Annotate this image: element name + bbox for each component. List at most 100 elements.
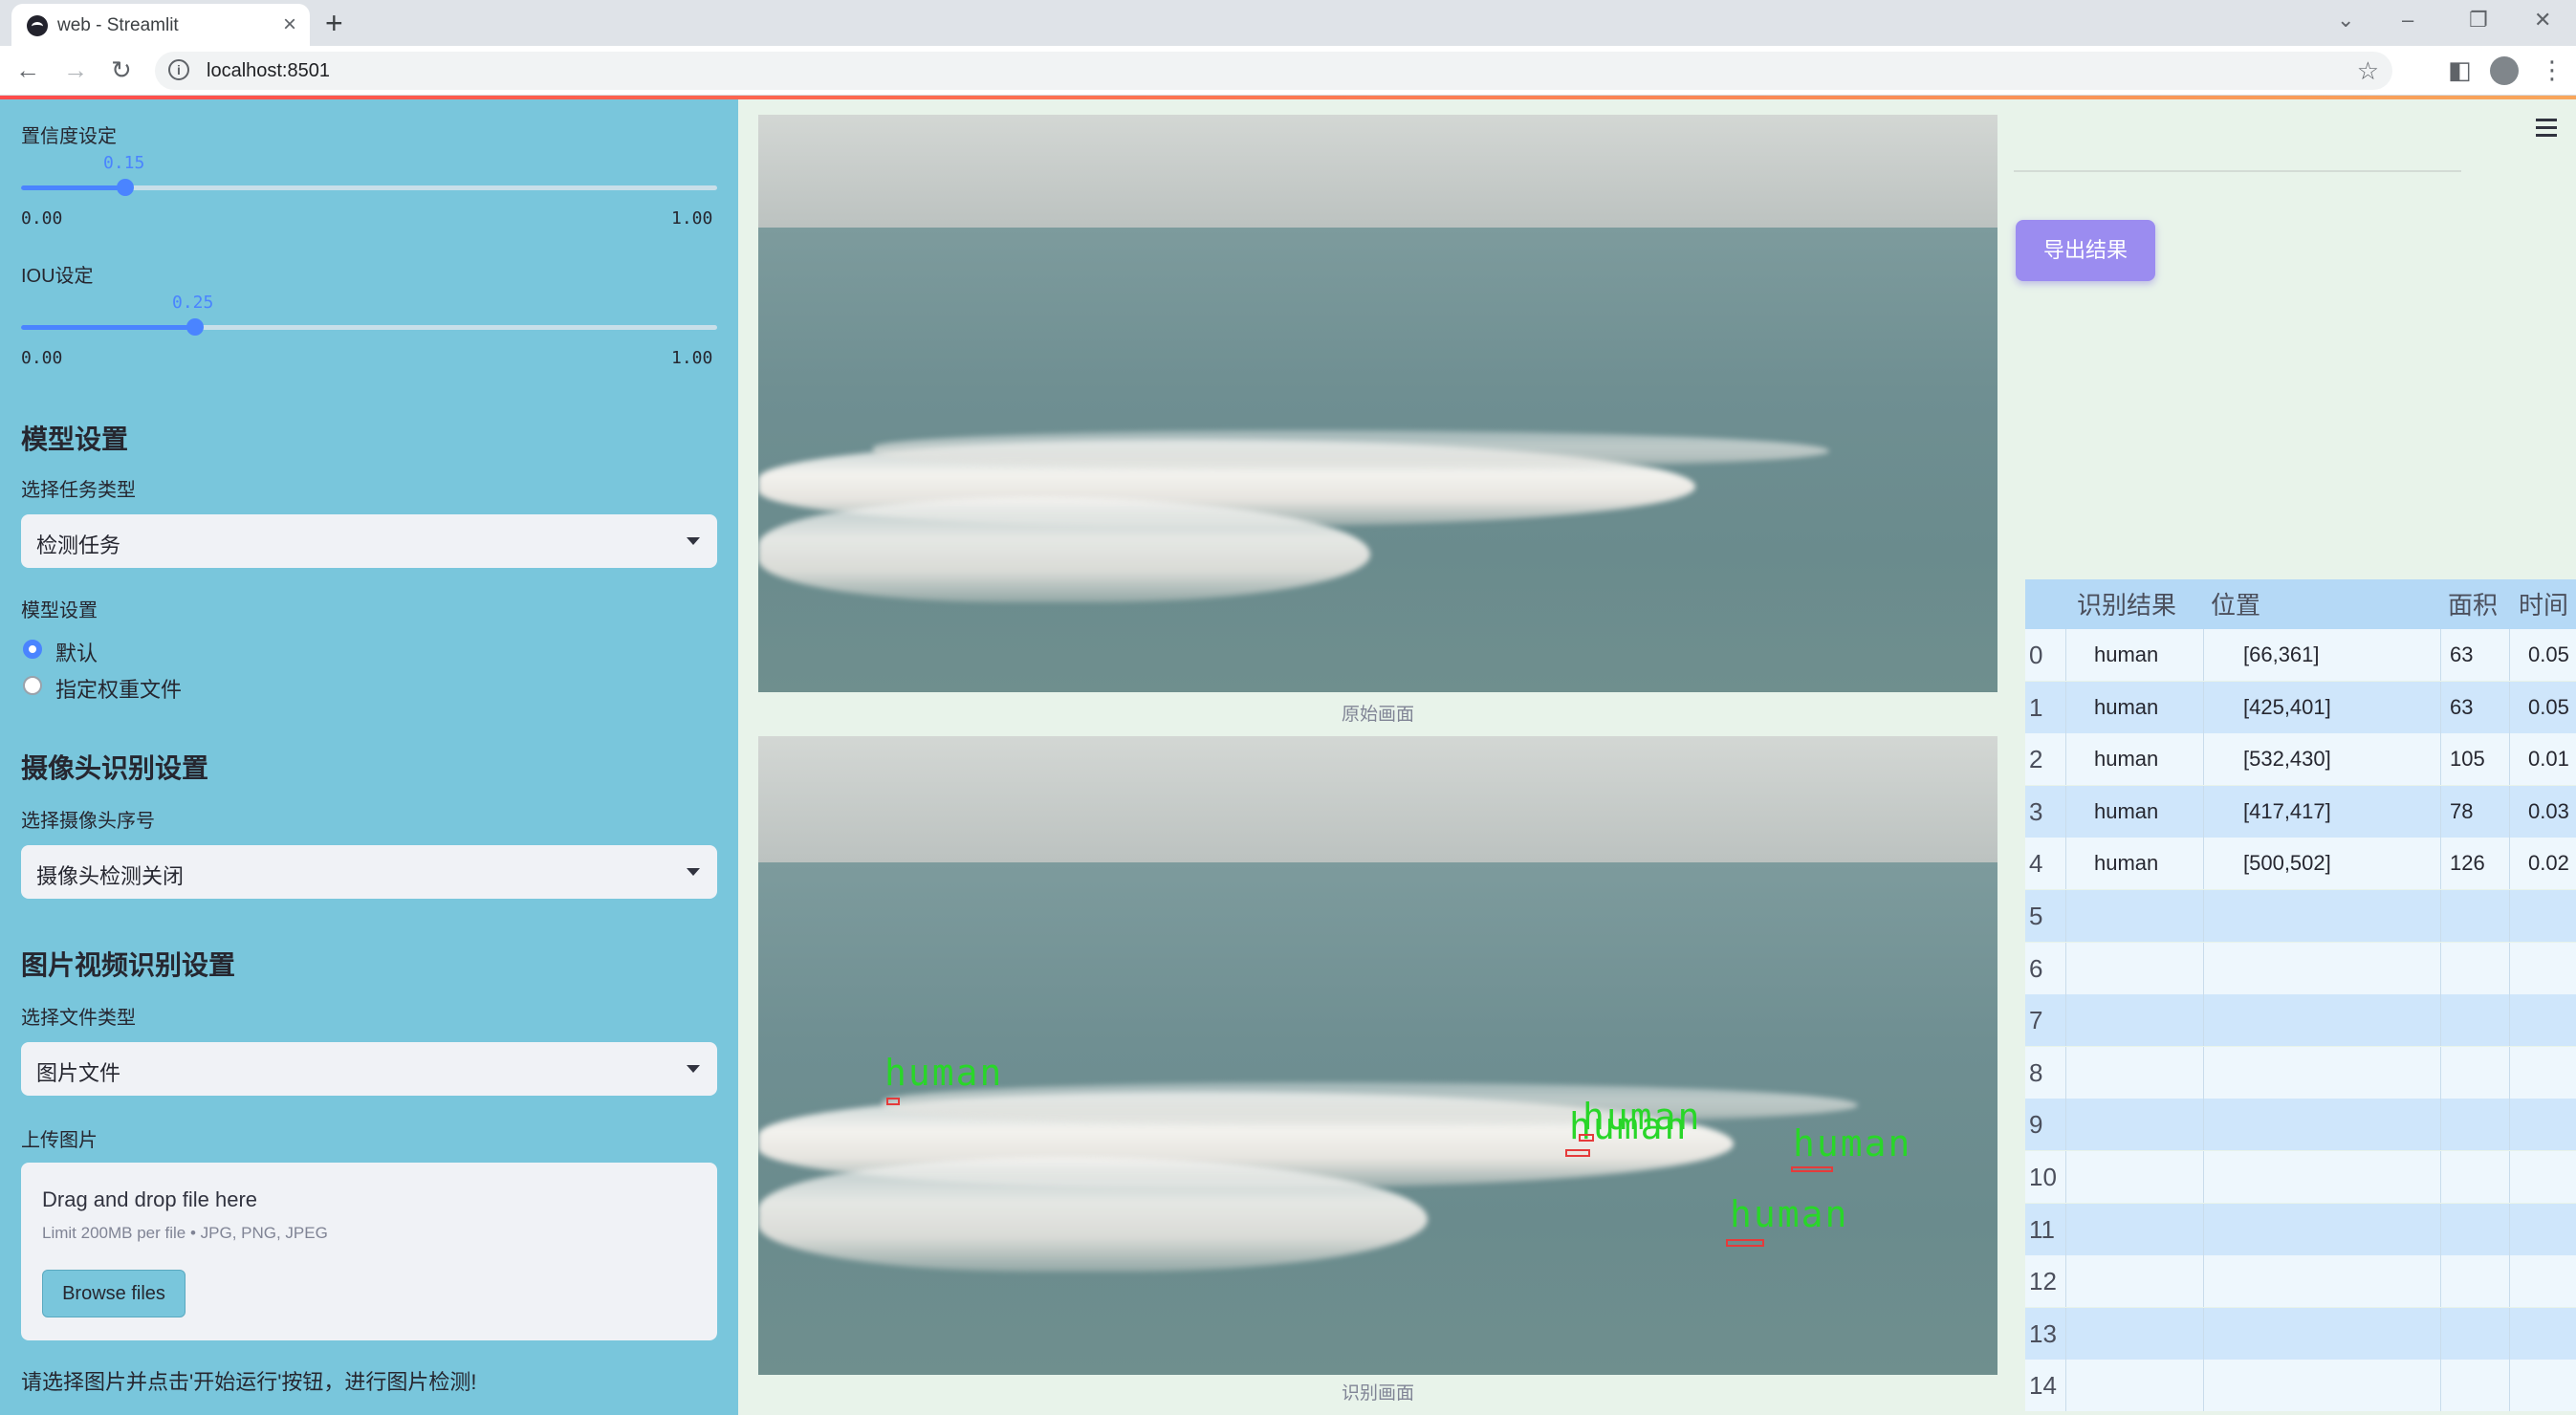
site-info-icon[interactable]: i [168,59,189,80]
camera-section-heading: 摄像头识别设置 [21,753,209,783]
main-menu-icon[interactable] [2536,119,2557,142]
column-divider [2065,1255,2066,1308]
column-divider [2509,1255,2510,1308]
browse-files-button[interactable]: Browse files [42,1270,186,1317]
forward-icon[interactable]: → [63,55,88,85]
new-tab-button[interactable]: + [325,6,343,41]
column-divider [2203,1360,2204,1412]
original-image-caption: 原始画面 [1341,705,1414,725]
sidebar: 置信度设定 0.15 0.00 1.00 IOU设定 0.25 0.00 1.0… [0,99,738,1415]
cell-result: human [2094,694,2159,719]
column-divider [2203,785,2204,838]
table-row[interactable]: 6 [2025,942,2576,994]
radio-custom-weights-circle[interactable] [23,676,42,695]
url-box[interactable]: i localhost:8501 ☆ [155,52,2392,90]
browser-tab[interactable]: web - Streamlit × [11,4,310,46]
column-divider [2509,1046,2510,1099]
row-index: 6 [2029,953,2043,983]
iou-slider[interactable] [21,318,717,336]
camera-index-select[interactable]: 摄像头检测关闭 [21,845,717,899]
upload-label: 上传图片 [21,1130,98,1151]
window-close-icon[interactable]: ✕ [2534,8,2551,33]
row-index: 11 [2029,1214,2055,1244]
cell-result: human [2094,851,2159,876]
dropzone-title: Drag and drop file here [42,1187,258,1211]
column-divider [2440,1203,2441,1255]
row-index: 12 [2029,1267,2057,1296]
table-row[interactable]: 11 [2025,1203,2576,1255]
cell-area: 126 [2450,851,2485,876]
table-row[interactable]: 0 human [66,361] 63 0.05 [2025,629,2576,681]
col-header-area: 面积 [2448,591,2499,620]
cell-position: [66,361] [2243,642,2320,666]
iou-label: IOU设定 [21,266,94,287]
table-row[interactable]: 9 [2025,1099,2576,1151]
minimize-icon[interactable]: – [2402,8,2413,33]
detected-image: human human human human human [758,736,1997,1375]
column-divider [2440,629,2441,681]
table-row[interactable]: 5 [2025,890,2576,942]
iou-max: 1.00 [671,348,713,368]
table-row[interactable]: 14 [2025,1360,2576,1412]
confidence-value: 0.15 [103,153,145,173]
detection-box [886,1098,900,1105]
cell-position: [532,430] [2243,747,2331,772]
profile-avatar-icon[interactable] [2490,56,2519,85]
confidence-slider[interactable] [21,179,717,196]
table-row[interactable]: 7 [2025,994,2576,1047]
column-divider [2203,890,2204,942]
table-row[interactable]: 1 human [425,401] 63 0.05 [2025,681,2576,733]
bookmark-star-icon[interactable]: ☆ [2357,56,2379,86]
column-divider [2065,733,2066,786]
table-row[interactable]: 3 human [417,417] 78 0.03 [2025,785,2576,838]
export-results-button[interactable]: 导出结果 [2016,220,2155,281]
iou-slider-fill [21,325,195,330]
column-divider [2203,1255,2204,1308]
column-divider [2203,1046,2204,1099]
column-divider [2509,942,2510,994]
tab-close-icon[interactable]: × [283,11,296,38]
column-divider [2203,1307,2204,1360]
browser-menu-icon[interactable]: ⋮ [2540,55,2565,85]
column-divider [2440,1099,2441,1151]
column-divider [2509,838,2510,890]
column-divider [2509,785,2510,838]
cell-result: human [2094,747,2159,772]
restore-icon[interactable]: ❐ [2469,8,2488,33]
reload-icon[interactable]: ↻ [111,55,132,85]
detection-box [1791,1166,1833,1172]
table-row[interactable]: 4 human [500,502] 126 0.02 [2025,838,2576,890]
table-row[interactable]: 2 human [532,430] 105 0.01 [2025,733,2576,786]
column-divider [2440,838,2441,890]
url-text[interactable]: localhost:8501 [207,60,330,82]
row-index: 0 [2029,641,2043,669]
file-type-label: 选择文件类型 [21,1008,136,1029]
side-panel-icon[interactable]: ◧ [2448,55,2472,85]
tab-search-icon[interactable]: ⌄ [2337,8,2354,33]
task-type-select[interactable]: 检测任务 [21,514,717,568]
column-divider [2509,1151,2510,1203]
table-row[interactable]: 8 [2025,1046,2576,1099]
confidence-max: 1.00 [671,208,713,229]
camera-index-label: 选择摄像头序号 [21,811,155,832]
dropzone-limit: Limit 200MB per file • JPG, PNG, JPEG [42,1224,328,1242]
column-divider [2509,1203,2510,1255]
table-row[interactable]: 13 [2025,1307,2576,1360]
iou-value: 0.25 [172,293,214,313]
column-divider [2065,1360,2066,1412]
file-type-select[interactable]: 图片文件 [21,1042,717,1096]
confidence-slider-thumb[interactable] [117,179,135,196]
cell-time: 0.02 [2528,851,2569,876]
table-row[interactable]: 12 [2025,1255,2576,1308]
file-dropzone[interactable]: Drag and drop file here Limit 200MB per … [21,1163,717,1340]
column-divider [2509,994,2510,1047]
column-divider [2203,733,2204,786]
iou-slider-thumb[interactable] [186,318,204,336]
address-bar: ← → ↻ i localhost:8501 ☆ ◧ ⋮ [0,46,2576,96]
column-divider [2065,1099,2066,1151]
back-icon[interactable]: ← [15,55,40,85]
radio-default-circle[interactable] [23,640,42,659]
sidebar-hint: 请选择图片并点击'开始运行'按钮，进行图片检测! [21,1370,477,1394]
table-row[interactable]: 10 [2025,1151,2576,1203]
cell-position: [425,401] [2243,694,2331,719]
